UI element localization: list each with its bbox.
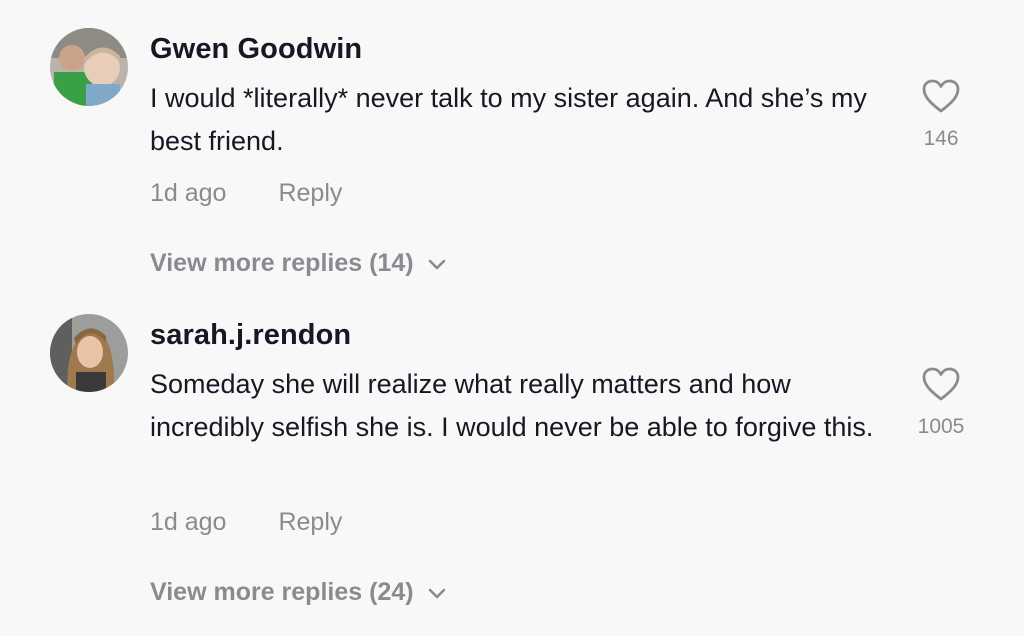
reply-button[interactable]: Reply [278, 508, 342, 536]
heart-icon[interactable] [901, 366, 981, 407]
chevron-down-icon [428, 578, 446, 607]
avatar[interactable] [50, 314, 128, 392]
comment-username[interactable]: sarah.j.rendon [150, 319, 351, 352]
like-button[interactable]: 1005 [901, 366, 981, 439]
comment-username[interactable]: Gwen Goodwin [150, 33, 362, 66]
reply-button[interactable]: Reply [278, 179, 342, 207]
avatar[interactable] [50, 28, 128, 106]
view-more-replies-label: View more replies (14) [150, 249, 414, 277]
heart-icon[interactable] [901, 78, 981, 119]
chevron-down-icon [428, 249, 446, 278]
like-button[interactable]: 146 [901, 78, 981, 151]
avatar-photo-icon [50, 28, 128, 106]
comment-list: Gwen Goodwin I would *literally* never t… [0, 0, 1024, 636]
comment-timestamp: 1d ago [150, 508, 227, 536]
comment-item: sarah.j.rendon Someday she will realize … [0, 300, 1024, 636]
comment-timestamp: 1d ago [150, 179, 227, 207]
comment-item: Gwen Goodwin I would *literally* never t… [0, 0, 1024, 300]
comment-meta: 1d ago Reply [150, 179, 342, 208]
like-count: 146 [923, 127, 959, 150]
avatar-photo-icon [50, 314, 128, 392]
view-more-replies-button[interactable]: View more replies (14) [150, 249, 446, 278]
comment-text: I would *literally* never talk to my sis… [150, 83, 867, 156]
like-count: 1005 [917, 415, 965, 438]
view-more-replies-label: View more replies (24) [150, 578, 414, 606]
comment-text: Someday she will realize what really mat… [150, 369, 874, 442]
comment-meta: 1d ago Reply [150, 508, 342, 537]
view-more-replies-button[interactable]: View more replies (24) [150, 578, 446, 607]
